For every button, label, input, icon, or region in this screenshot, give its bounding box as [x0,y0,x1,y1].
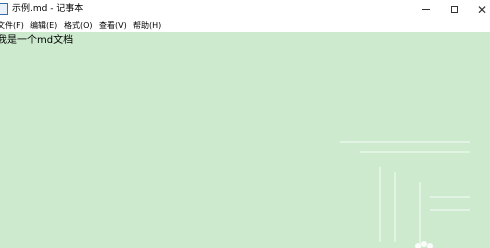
minimize-icon [422,9,430,10]
close-icon: ✕ [476,2,488,17]
notepad-window: 示例.md - 记事本 ✕ 文件(F) 编辑(E) 格式(O) 查看(V) 帮助… [0,0,490,248]
menu-item-view[interactable]: 查看(V) [99,20,127,31]
menu-item-format[interactable]: 格式(O) [64,20,93,31]
close-button[interactable]: ✕ [466,0,490,19]
text-editor-area[interactable]: 我是一个md文档 [0,32,490,248]
menu-item-file[interactable]: 文件(F) [0,20,24,31]
notepad-icon [0,3,8,15]
menu-item-edit[interactable]: 编辑(E) [30,20,57,31]
window-title: 示例.md - 记事本 [12,4,84,14]
maximize-icon [450,6,458,13]
menu-bar: 文件(F) 编辑(E) 格式(O) 查看(V) 帮助(H) [0,19,490,32]
background-watermark [340,141,470,248]
menu-item-help[interactable]: 帮助(H) [133,20,161,31]
title-bar[interactable]: 示例.md - 记事本 ✕ [0,0,490,19]
